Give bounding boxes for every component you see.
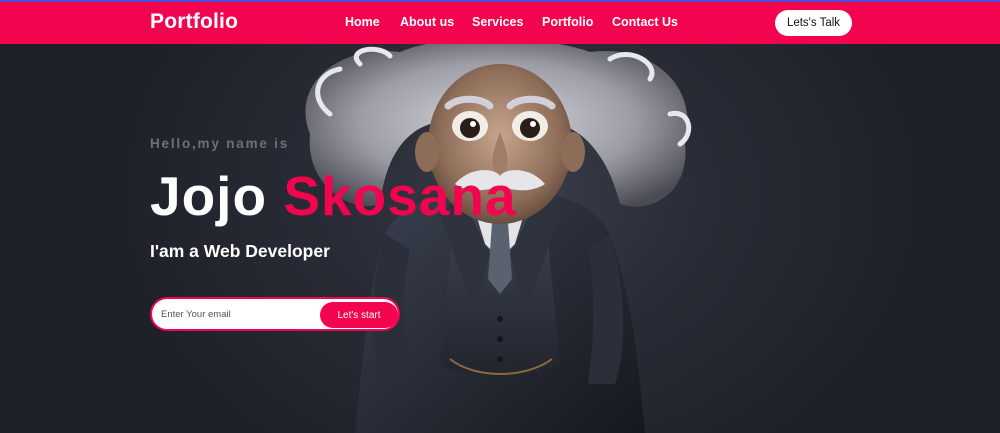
first-name: Jojo — [150, 165, 268, 227]
nav-link-portfolio[interactable]: Portfolio — [542, 15, 593, 29]
hero-name: Jojo Skosana — [150, 164, 517, 228]
lets-start-button[interactable]: Let's start — [320, 302, 398, 328]
nav-link-contact-us[interactable]: Contact Us — [612, 15, 678, 29]
nav-link-about-us[interactable]: About us — [400, 15, 454, 29]
hero-greeting: Hello,my name is — [150, 136, 290, 151]
email-signup-form: Let's start — [150, 297, 400, 331]
email-input[interactable] — [161, 306, 316, 323]
hero-role: I'am a Web Developer — [150, 241, 330, 261]
hero-section: Hello,my name is Jojo Skosana I'am a Web… — [0, 44, 1000, 433]
last-name: Skosana — [283, 165, 517, 227]
navbar: Portfolio Home About us Services Portfol… — [0, 2, 1000, 44]
nav-link-home[interactable]: Home — [345, 15, 380, 29]
lets-talk-button[interactable]: Lets's Talk — [775, 10, 852, 36]
portrait-illustration — [305, 44, 692, 433]
nav-link-services[interactable]: Services — [472, 15, 523, 29]
